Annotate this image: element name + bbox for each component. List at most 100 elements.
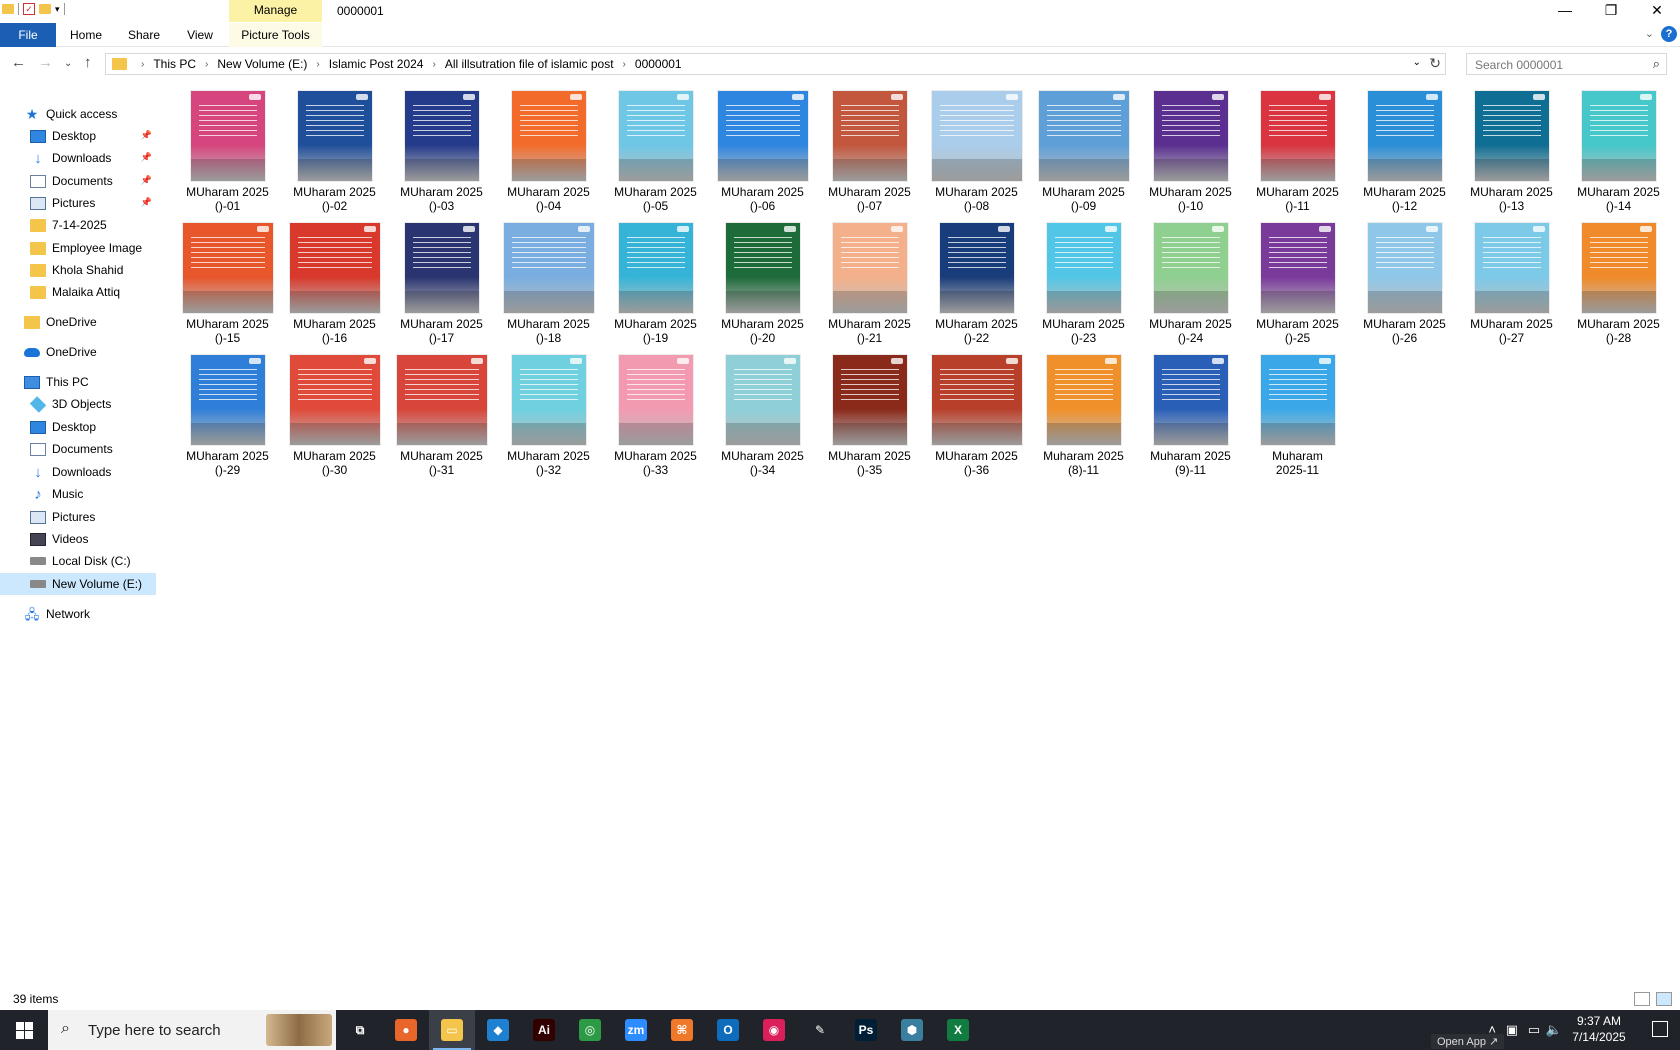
- taskbar-search[interactable]: ⌕ Type here to search: [48, 1010, 336, 1050]
- image-thumbnail[interactable]: [190, 355, 265, 445]
- taskbar-app[interactable]: ⬢: [889, 1010, 935, 1050]
- image-thumbnail[interactable]: [832, 223, 907, 313]
- image-thumbnail[interactable]: [289, 223, 380, 313]
- back-arrow-icon[interactable]: ←: [11, 54, 26, 71]
- chevron-right-icon[interactable]: ›: [205, 59, 208, 70]
- taskbar-app[interactable]: ◉: [751, 1010, 797, 1050]
- file-item[interactable]: MUharam 2025 ()-24: [1139, 216, 1242, 345]
- chevron-right-icon[interactable]: ›: [141, 59, 144, 70]
- search-highlight-image[interactable]: [266, 1014, 332, 1046]
- start-button[interactable]: [0, 1010, 48, 1050]
- file-item[interactable]: Muharam 2025 (9)-11: [1139, 348, 1242, 477]
- image-thumbnail[interactable]: [618, 355, 693, 445]
- file-item[interactable]: MUharam 2025 ()-05: [604, 84, 707, 213]
- expand-ribbon-icon[interactable]: ⌄: [1645, 27, 1654, 40]
- nav-item[interactable]: OneDrive: [0, 341, 156, 363]
- forward-arrow-icon[interactable]: →: [38, 54, 53, 71]
- tab-home[interactable]: Home: [66, 23, 106, 47]
- image-thumbnail[interactable]: [931, 91, 1022, 181]
- image-thumbnail[interactable]: [725, 223, 800, 313]
- image-thumbnail[interactable]: [618, 91, 693, 181]
- file-item[interactable]: MUharam 2025 ()-17: [390, 216, 493, 345]
- file-item[interactable]: Muharam 2025-11: [1246, 348, 1349, 477]
- image-thumbnail[interactable]: [1046, 355, 1121, 445]
- tab-share[interactable]: Share: [126, 23, 162, 47]
- file-item[interactable]: MUharam 2025 ()-36: [925, 348, 1028, 477]
- image-thumbnail[interactable]: [190, 91, 265, 181]
- nav-item[interactable]: Desktop 📌: [0, 125, 156, 147]
- file-item[interactable]: MUharam 2025 ()-12: [1353, 84, 1456, 213]
- file-item[interactable]: MUharam 2025 ()-04: [497, 84, 600, 213]
- file-item[interactable]: MUharam 2025 ()-03: [390, 84, 493, 213]
- image-thumbnail[interactable]: [1260, 91, 1335, 181]
- customize-toolbar-icon[interactable]: ▾: [55, 4, 60, 15]
- image-thumbnail[interactable]: [289, 355, 380, 445]
- notification-icon[interactable]: [1652, 1021, 1668, 1037]
- image-thumbnail[interactable]: [931, 355, 1022, 445]
- taskbar-search-input[interactable]: Type here to search: [88, 1022, 221, 1039]
- tab-picture-tools[interactable]: Picture Tools: [229, 23, 322, 47]
- image-thumbnail[interactable]: [939, 223, 1014, 313]
- file-item[interactable]: MUharam 2025 ()-34: [711, 348, 814, 477]
- taskbar-app[interactable]: ⌘: [659, 1010, 705, 1050]
- file-item[interactable]: MUharam 2025 ()-07: [818, 84, 921, 213]
- search-icon[interactable]: ⌕: [1653, 56, 1660, 72]
- file-item[interactable]: MUharam 2025 ()-13: [1460, 84, 1563, 213]
- search-input[interactable]: Search 0000001: [1475, 58, 1563, 72]
- nav-item[interactable]: ★ Quick access: [0, 103, 156, 125]
- file-item[interactable]: MUharam 2025 ()-23: [1032, 216, 1135, 345]
- image-thumbnail[interactable]: [1581, 223, 1656, 313]
- pin-icon[interactable]: 📌: [141, 197, 152, 208]
- breadcrumb-item[interactable]: New Volume (E:): [217, 57, 307, 71]
- file-item[interactable]: MUharam 2025 ()-19: [604, 216, 707, 345]
- file-item[interactable]: MUharam 2025 ()-22: [925, 216, 1028, 345]
- file-item[interactable]: MUharam 2025 ()-20: [711, 216, 814, 345]
- tab-manage[interactable]: Manage: [229, 0, 322, 22]
- image-thumbnail[interactable]: [1474, 91, 1549, 181]
- pin-icon[interactable]: 📌: [141, 130, 152, 141]
- nav-item[interactable]: Pictures: [0, 506, 156, 528]
- nav-item[interactable]: ♪ Music: [0, 483, 156, 505]
- taskbar-app[interactable]: ✎: [797, 1010, 843, 1050]
- file-item[interactable]: MUharam 2025 ()-21: [818, 216, 921, 345]
- nav-item[interactable]: Local Disk (C:): [0, 550, 156, 572]
- nav-item[interactable]: Videos: [0, 528, 156, 550]
- nav-item[interactable]: ↓ Downloads: [0, 461, 156, 483]
- taskbar-app[interactable]: ◎: [567, 1010, 613, 1050]
- file-item[interactable]: MUharam 2025 ()-32: [497, 348, 600, 477]
- recent-locations-icon[interactable]: ⌄: [64, 58, 72, 69]
- nav-item[interactable]: Documents 📌: [0, 170, 156, 192]
- file-item[interactable]: MUharam 2025 ()-35: [818, 348, 921, 477]
- file-item[interactable]: MUharam 2025 ()-16: [283, 216, 386, 345]
- nav-item[interactable]: This PC: [0, 371, 156, 393]
- nav-item[interactable]: OneDrive: [0, 311, 156, 333]
- file-item[interactable]: MUharam 2025 ()-28: [1567, 216, 1670, 345]
- chevron-right-icon[interactable]: ›: [623, 59, 626, 70]
- image-thumbnail[interactable]: [503, 223, 594, 313]
- taskbar-app[interactable]: ▭: [429, 1010, 475, 1050]
- nav-item[interactable]: Malaika Attiq: [0, 281, 156, 303]
- image-thumbnail[interactable]: [717, 91, 808, 181]
- image-thumbnail[interactable]: [182, 223, 273, 313]
- image-thumbnail[interactable]: [832, 91, 907, 181]
- image-thumbnail[interactable]: [1260, 355, 1335, 445]
- nav-item[interactable]: New Volume (E:): [0, 573, 156, 595]
- image-thumbnail[interactable]: [1153, 91, 1228, 181]
- file-item[interactable]: MUharam 2025 ()-08: [925, 84, 1028, 213]
- nav-item[interactable]: 7-14-2025: [0, 214, 156, 236]
- properties-icon[interactable]: ✓: [23, 3, 35, 15]
- tab-file[interactable]: File: [0, 23, 56, 47]
- image-thumbnail[interactable]: [1038, 91, 1129, 181]
- taskbar-app[interactable]: ⧉: [337, 1010, 383, 1050]
- image-thumbnail[interactable]: [396, 355, 487, 445]
- nav-item[interactable]: Pictures 📌: [0, 192, 156, 214]
- image-thumbnail[interactable]: [511, 355, 586, 445]
- image-thumbnail[interactable]: [404, 91, 479, 181]
- nav-item[interactable]: Employee Image: [0, 237, 156, 259]
- taskbar-app[interactable]: ◆: [475, 1010, 521, 1050]
- refresh-icon[interactable]: ↻: [1429, 55, 1441, 72]
- up-arrow-icon[interactable]: ↑: [84, 54, 92, 71]
- file-item[interactable]: MUharam 2025 ()-31: [390, 348, 493, 477]
- meet-now-icon[interactable]: ▣: [1506, 1022, 1518, 1038]
- image-thumbnail[interactable]: [1153, 355, 1228, 445]
